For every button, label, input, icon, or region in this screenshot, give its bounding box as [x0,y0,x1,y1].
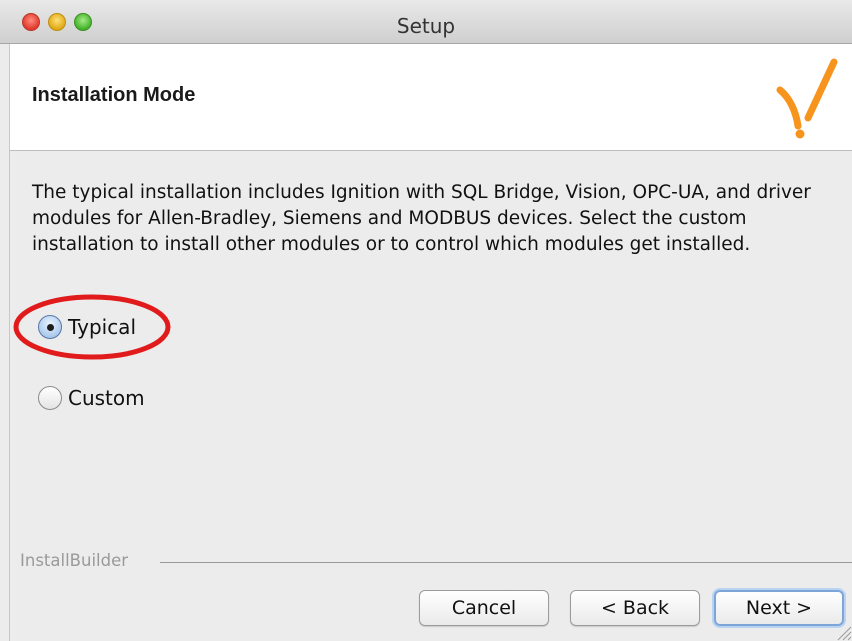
option-typical[interactable]: Typical [38,315,136,339]
separator-line [160,562,852,563]
option-custom[interactable]: Custom [38,386,145,410]
radio-selected-dot [46,323,54,331]
setup-window: Setup Installation Mode The typical inst… [0,0,852,641]
back-button[interactable]: < Back [570,590,700,626]
installation-description: The typical installation includes Igniti… [32,182,811,255]
window-title: Setup [396,14,456,38]
installbuilder-separator: InstallBuilder [20,551,852,573]
custom-label[interactable]: Custom [68,386,145,410]
next-button[interactable]: Next > [714,590,844,626]
page-title: Installation Mode [32,84,196,106]
installbuilder-label: InstallBuilder [20,551,129,570]
typical-radio-button[interactable] [38,315,62,339]
bitrock-logo-icon [776,58,838,139]
title-bar[interactable]: Setup [0,0,852,44]
window-left-edge [0,44,10,641]
custom-radio-button[interactable] [38,386,62,410]
cancel-button[interactable]: Cancel [419,590,549,626]
resize-grip-icon[interactable] [832,621,852,641]
typical-label[interactable]: Typical [68,315,136,339]
page-header: Installation Mode [10,44,852,151]
